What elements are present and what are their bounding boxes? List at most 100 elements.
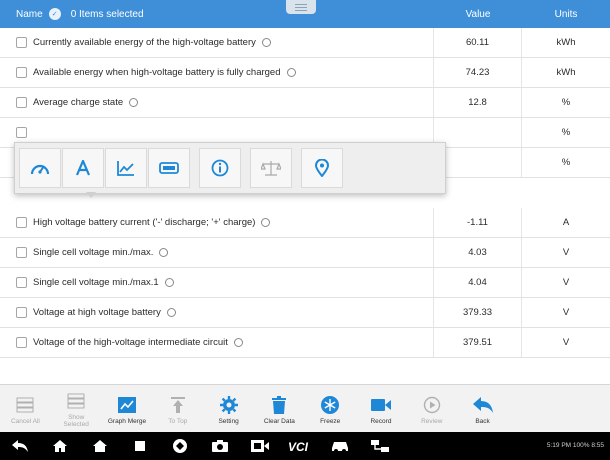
row-checkbox[interactable]: [16, 247, 27, 258]
location-pin-icon: [315, 159, 329, 177]
row-value: 4.03: [434, 238, 522, 267]
popup-pointer: [86, 192, 96, 198]
row-unit: V: [562, 247, 570, 258]
nav-screen-record-button[interactable]: [240, 432, 280, 460]
show-selected-button[interactable]: Show Selected: [51, 385, 102, 433]
status-bar-text: 5:19 PM 100% 8:55: [546, 442, 604, 449]
setting-label: Setting: [218, 417, 239, 425]
help-icon[interactable]: [261, 218, 271, 227]
camera-icon: [212, 440, 228, 452]
nav-back-icon: [12, 440, 28, 452]
network-icon: [371, 440, 389, 452]
row-checkbox[interactable]: [16, 217, 27, 228]
table-row[interactable]: Available energy when high-voltage batte…: [0, 58, 610, 88]
back-button[interactable]: Back: [457, 385, 508, 433]
nav-vci-button[interactable]: VCI: [280, 432, 320, 460]
svg-text:VCI: VCI: [288, 440, 309, 453]
row-name: Voltage of the high-voltage intermediate…: [33, 337, 228, 348]
text-icon: [75, 160, 91, 176]
table-row[interactable]: Single cell voltage min./max. 4.03 V: [0, 238, 610, 268]
drag-handle[interactable]: [286, 0, 316, 14]
display-mode-popup: [14, 142, 446, 194]
graph-mode-button[interactable]: [105, 148, 147, 188]
nav-vehicle-button[interactable]: [320, 432, 360, 460]
back-label: Back: [475, 417, 490, 425]
screen-record-icon: [251, 440, 269, 452]
row-checkbox[interactable]: [16, 97, 27, 108]
location-button[interactable]: [301, 148, 343, 188]
table-row[interactable]: Voltage of the high-voltage intermediate…: [0, 328, 610, 358]
record-button[interactable]: Record: [356, 385, 407, 433]
help-icon[interactable]: [159, 248, 169, 257]
row-unit: V: [562, 307, 570, 318]
row-value: 74.23: [434, 58, 522, 87]
row-value: -1.11: [434, 208, 522, 237]
name-header-label: Name: [16, 8, 43, 20]
help-icon[interactable]: [129, 98, 139, 107]
nav-network-button[interactable]: [360, 432, 400, 460]
clear-data-button[interactable]: Clear Data: [254, 385, 305, 433]
setting-button[interactable]: Setting: [203, 385, 254, 433]
table-row[interactable]: Single cell voltage min./max.1 4.04 V: [0, 268, 610, 298]
graph-merge-icon: [117, 396, 136, 413]
row-name: Voltage at high voltage battery: [33, 307, 161, 318]
nav-recent-button[interactable]: [120, 432, 160, 460]
table-row[interactable]: Currently available energy of the high-v…: [0, 28, 610, 58]
nav-vci-home-button[interactable]: [80, 432, 120, 460]
row-checkbox[interactable]: [16, 37, 27, 48]
cancel-all-icon: [16, 397, 34, 412]
nav-screenshot-button[interactable]: [200, 432, 240, 460]
unit-compare-button[interactable]: [250, 148, 292, 188]
row-checkbox[interactable]: [16, 67, 27, 78]
table-row[interactable]: Voltage at high voltage battery 379.33 V: [0, 298, 610, 328]
clear-data-icon: [272, 395, 287, 414]
house-icon: [93, 440, 107, 452]
row-checkbox[interactable]: [16, 277, 27, 288]
scale-icon: [261, 161, 281, 176]
help-icon[interactable]: [286, 68, 296, 77]
clear-data-label: Clear Data: [263, 417, 295, 425]
help-icon[interactable]: [166, 308, 176, 317]
nav-home-button[interactable]: [40, 432, 80, 460]
row-value: [434, 148, 522, 177]
row-name: High voltage battery current ('-' discha…: [33, 217, 256, 228]
row-unit: A: [562, 217, 570, 228]
row-unit: %: [561, 157, 571, 168]
info-icon: [211, 159, 229, 177]
nav-browser-button[interactable]: [160, 432, 200, 460]
row-value: 12.8: [434, 88, 522, 117]
help-icon[interactable]: [261, 38, 271, 47]
row-value: 379.33: [434, 298, 522, 327]
browser-icon: [173, 439, 187, 453]
row-checkbox[interactable]: [16, 337, 27, 348]
review-button[interactable]: Review: [406, 385, 457, 433]
table-row[interactable]: High voltage battery current ('-' discha…: [0, 208, 610, 238]
info-button[interactable]: [199, 148, 241, 188]
row-unit: %: [561, 97, 571, 108]
vci-icon: VCI: [288, 440, 309, 453]
help-icon[interactable]: [233, 338, 243, 347]
setting-icon: [219, 395, 238, 414]
text-mode-button[interactable]: [62, 148, 104, 188]
nav-back-button[interactable]: [0, 432, 40, 460]
gauge-mode-button[interactable]: [19, 148, 61, 188]
row-value: [434, 118, 522, 147]
table-row[interactable]: Average charge state 12.8 %: [0, 88, 610, 118]
row-unit: kWh: [556, 37, 576, 48]
select-all-icon[interactable]: ✓: [48, 8, 61, 20]
help-icon[interactable]: [164, 278, 174, 287]
graph-merge-label: Graph Merge: [107, 417, 147, 425]
graph-merge-button[interactable]: Graph Merge: [102, 385, 153, 433]
units-column-header: Units: [554, 8, 578, 20]
digital-mode-button[interactable]: [148, 148, 190, 188]
row-value: 4.04: [434, 268, 522, 297]
freeze-button[interactable]: Freeze: [305, 385, 356, 433]
to-top-icon: [170, 396, 185, 413]
to-top-button[interactable]: To Top: [152, 385, 203, 433]
show-selected-icon: [67, 393, 85, 409]
row-checkbox[interactable]: [16, 307, 27, 318]
digital-display-icon: [159, 162, 179, 174]
cancel-all-button[interactable]: Cancel All: [0, 385, 51, 433]
row-checkbox[interactable]: [16, 127, 27, 138]
row-name: Average charge state: [33, 97, 124, 108]
